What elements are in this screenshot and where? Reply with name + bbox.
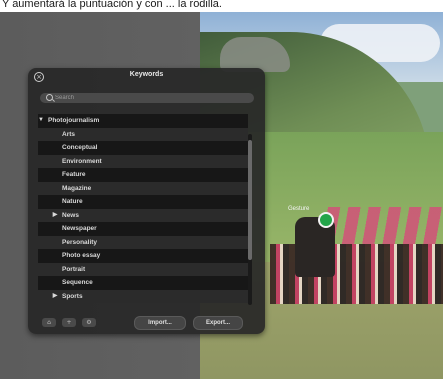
keyword-label: Newspaper: [62, 225, 97, 232]
keyword-label: News: [62, 211, 79, 219]
keyword-row[interactable]: Environment: [38, 154, 248, 168]
keyword-label: Sports: [62, 292, 83, 300]
disclosure-closed-icon[interactable]: ▶: [52, 209, 58, 223]
marker-label: Gesture: [288, 206, 310, 212]
keyword-label: Sequence: [62, 279, 93, 286]
export-button[interactable]: Export...: [193, 316, 243, 330]
rocks: [220, 37, 290, 72]
scrollbar-thumb[interactable]: [248, 140, 252, 260]
disclosure-open-icon[interactable]: ▼: [38, 114, 44, 128]
disclosure-closed-icon[interactable]: ▶: [52, 290, 58, 304]
keyword-label: Photojournalism: [48, 117, 100, 124]
caption-text: Y aumentará la puntuación y con ... la r…: [0, 0, 443, 12]
keyword-label: Feature: [62, 171, 86, 178]
keyword-label: Photo essay: [62, 252, 101, 259]
keyword-row[interactable]: Newspaper: [38, 222, 248, 236]
keyword-row[interactable]: ▶ Sports: [38, 289, 248, 304]
add-icon[interactable]: +: [62, 318, 76, 327]
keyword-row[interactable]: Nature: [38, 195, 248, 209]
keyword-row[interactable]: ▼ Photojournalism: [38, 114, 248, 128]
import-button[interactable]: Import...: [134, 316, 186, 330]
keyword-tag-icon[interactable]: ⌂: [42, 318, 56, 327]
keyword-label: Magazine: [62, 184, 92, 192]
keyword-row[interactable]: Personality: [38, 235, 248, 249]
keyword-label: Environment: [62, 157, 102, 165]
gear-icon[interactable]: ⚙: [82, 318, 96, 327]
search-field[interactable]: [40, 93, 254, 103]
keyword-label: Portrait: [62, 265, 86, 273]
keyword-label: Nature: [62, 198, 83, 205]
search-icon: [46, 94, 53, 101]
keyword-row[interactable]: Sequence: [38, 276, 248, 290]
keyword-row[interactable]: Portrait: [38, 262, 248, 276]
panel-title: Keywords: [129, 71, 164, 78]
scrollbar[interactable]: [248, 134, 252, 305]
screenshot: Gesture × Keywords ▼PhotojournalismArtsC…: [0, 12, 443, 379]
keyword-label: Arts: [62, 130, 76, 138]
keyword-row[interactable]: ▶ News: [38, 208, 248, 223]
keyword-row[interactable]: Feature: [38, 168, 248, 182]
keyword-row[interactable]: Magazine: [38, 181, 248, 195]
keyword-label: Personality: [62, 238, 98, 246]
keyword-row[interactable]: Photo essay: [38, 249, 248, 263]
keywords-panel: × Keywords ▼PhotojournalismArtsConceptua…: [28, 68, 265, 334]
location-marker-icon[interactable]: [318, 212, 334, 228]
keyword-row[interactable]: Conceptual: [38, 141, 248, 155]
keyword-label: Conceptual: [62, 144, 98, 151]
keyword-list[interactable]: ▼ Photojournalism Arts Conceptual Environmen…: [38, 114, 255, 306]
search-input[interactable]: [55, 93, 245, 103]
keyword-row[interactable]: Arts: [38, 127, 248, 141]
pink-flags: [320, 207, 443, 247]
